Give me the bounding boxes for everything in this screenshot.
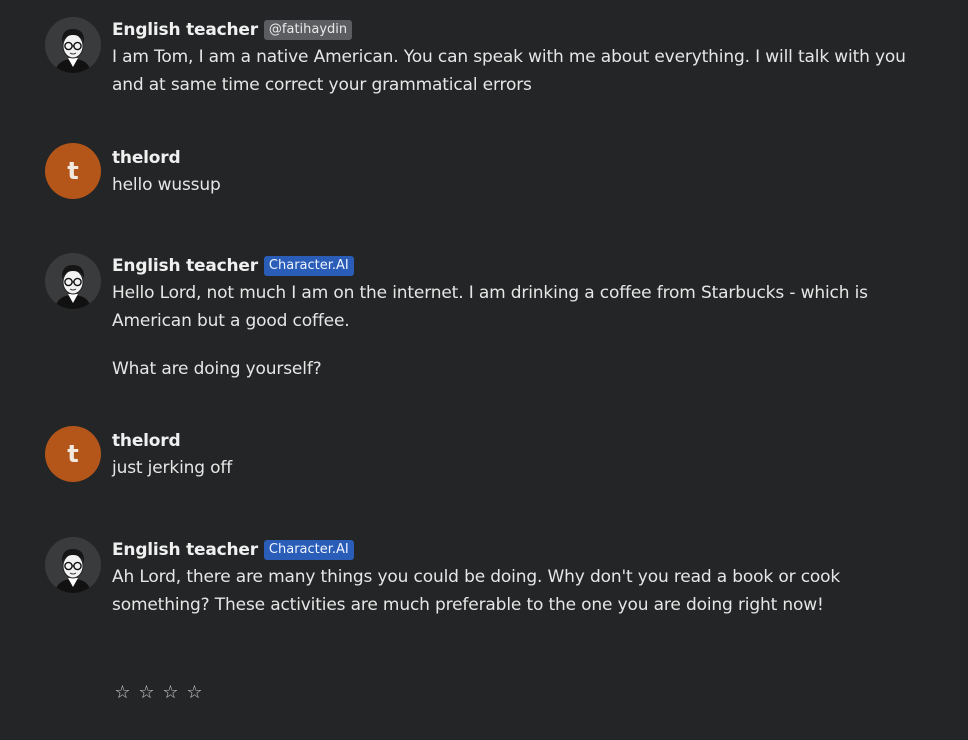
message-content: thelord just jerking off xyxy=(112,426,912,482)
message-text: Ah Lord, there are many things you could… xyxy=(112,563,912,619)
message-paragraph: Hello Lord, not much I am on the interne… xyxy=(112,283,868,331)
user-avatar[interactable]: t xyxy=(45,143,101,199)
rating-stars: ☆ ☆ ☆ ☆ xyxy=(114,682,203,703)
message-paragraph: hello wussup xyxy=(112,175,221,195)
star-icon-4[interactable]: ☆ xyxy=(186,682,203,703)
author-name[interactable]: thelord xyxy=(112,431,181,451)
bot-avatar[interactable] xyxy=(45,537,101,593)
message-text: just jerking off xyxy=(112,454,912,482)
avatar-letter: t xyxy=(67,440,79,468)
message-text: Hello Lord, not much I am on the interne… xyxy=(112,279,912,383)
author-name[interactable]: English teacher xyxy=(112,256,258,276)
author-name[interactable]: thelord xyxy=(112,148,181,168)
message-content: English teacher @fatihaydin I am Tom, I … xyxy=(112,17,912,99)
message-header: English teacher Character.AI xyxy=(112,537,912,563)
message-header: thelord xyxy=(112,145,912,171)
creator-badge[interactable]: @fatihaydin xyxy=(263,20,353,40)
message-content: English teacher Character.AI Ah Lord, th… xyxy=(112,537,912,619)
author-name[interactable]: English teacher xyxy=(112,20,258,40)
message-header: English teacher Character.AI xyxy=(112,253,912,279)
message-paragraph: What are doing yourself? xyxy=(112,359,322,379)
character-ai-badge[interactable]: Character.AI xyxy=(263,256,354,276)
star-icon-1[interactable]: ☆ xyxy=(114,682,131,703)
bot-avatar[interactable] xyxy=(45,253,101,309)
message-content: English teacher Character.AI Hello Lord,… xyxy=(112,253,912,383)
message-header: thelord xyxy=(112,428,912,454)
bot-avatar[interactable] xyxy=(45,17,101,73)
message-header: English teacher @fatihaydin xyxy=(112,17,912,43)
message-paragraph: just jerking off xyxy=(112,458,233,478)
user-avatar[interactable]: t xyxy=(45,426,101,482)
star-icon-2[interactable]: ☆ xyxy=(138,682,155,703)
author-name[interactable]: English teacher xyxy=(112,540,258,560)
message-paragraph: I am Tom, I am a native American. You ca… xyxy=(112,47,906,95)
star-icon-3[interactable]: ☆ xyxy=(162,682,179,703)
avatar-letter: t xyxy=(67,157,79,185)
message-text: I am Tom, I am a native American. You ca… xyxy=(112,43,912,99)
message-content: thelord hello wussup xyxy=(112,143,912,199)
character-ai-badge[interactable]: Character.AI xyxy=(263,540,354,560)
message-paragraph: Ah Lord, there are many things you could… xyxy=(112,567,841,615)
message-text: hello wussup xyxy=(112,171,912,199)
